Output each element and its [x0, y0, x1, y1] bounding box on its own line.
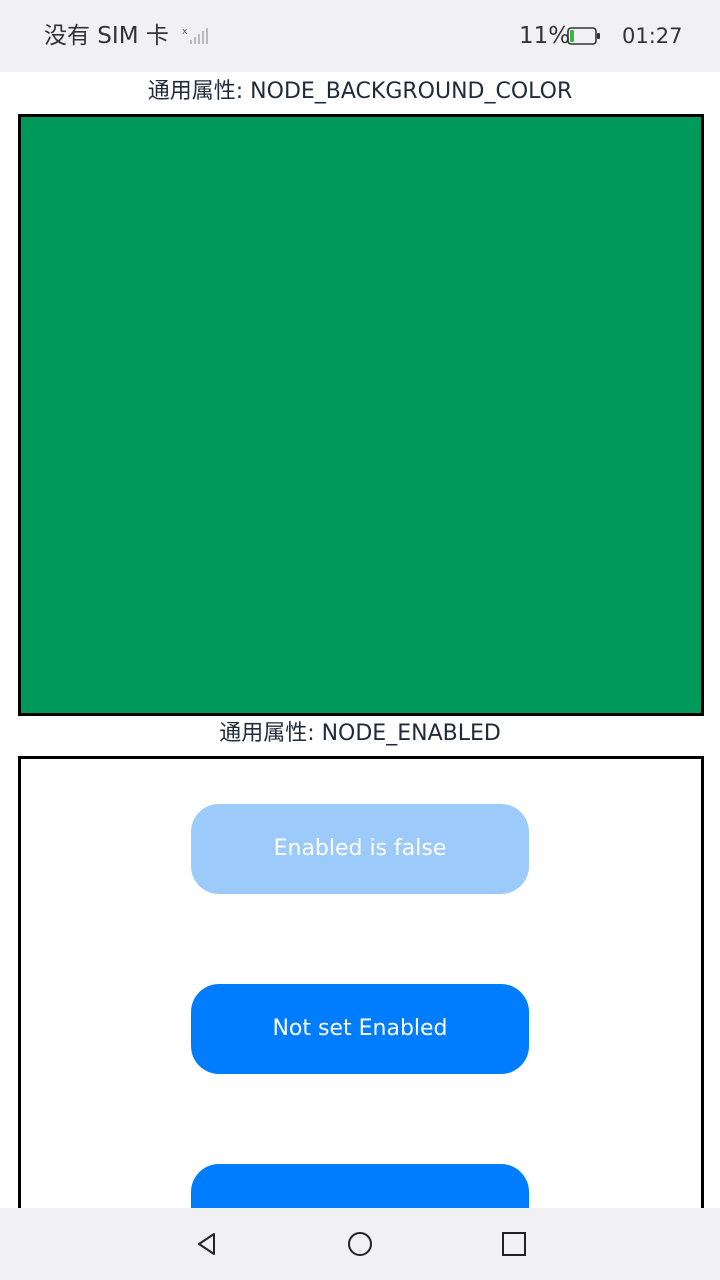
enabled-section-title: 通用属性: NODE_ENABLED	[219, 721, 501, 746]
clock: 01:27	[622, 24, 683, 48]
signal-icon: x	[182, 27, 208, 44]
svg-text:x: x	[182, 27, 188, 37]
recent-apps-icon[interactable]	[500, 1230, 528, 1258]
enabled-demo-box: Enabled is false Not set Enabled	[18, 756, 704, 1219]
carrier-label: 没有 SIM 卡	[44, 23, 169, 49]
back-icon[interactable]	[193, 1230, 221, 1258]
background-section-title: 通用属性: NODE_BACKGROUND_COLOR	[147, 79, 573, 104]
not-set-enabled-button[interactable]: Not set Enabled	[191, 984, 529, 1074]
background-color-demo-box	[18, 114, 704, 716]
battery-percent: 11%	[519, 23, 571, 49]
navigation-bar	[0, 1208, 720, 1280]
enabled-false-button: Enabled is false	[191, 804, 529, 894]
status-bar: 没有 SIM 卡 x 11% 01:27	[0, 0, 720, 72]
home-icon[interactable]	[346, 1230, 374, 1258]
battery-icon	[567, 27, 600, 45]
